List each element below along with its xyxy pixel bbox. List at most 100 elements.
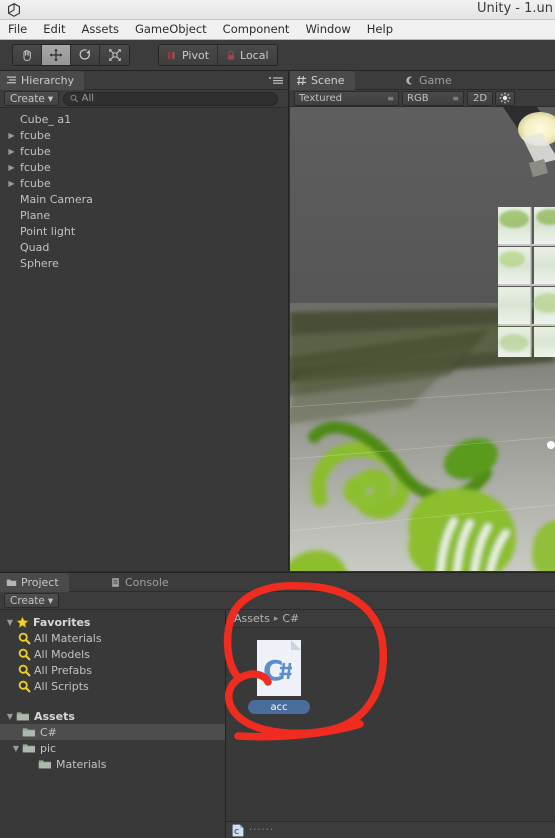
tree-item-csharp-folder[interactable]: C# bbox=[0, 724, 225, 740]
menu-gameobject[interactable]: GameObject bbox=[127, 20, 215, 39]
hierarchy-item-cube-a1[interactable]: ▶ Cube_ a1 bbox=[0, 111, 288, 127]
hierarchy-panel-menu-button[interactable] bbox=[268, 75, 284, 89]
hierarchy-create-button[interactable]: Create ▾ bbox=[4, 91, 60, 106]
hierarchy-item-fcube-3[interactable]: ▶ fcube bbox=[0, 159, 288, 175]
hierarchy-panel: Hierarchy Create ▾ All Cube_ a1 ▶ fcube … bbox=[0, 71, 289, 571]
hierarchy-list: ▶ Cube_ a1 ▶ fcube ▶ fcube ▶ fcube ▶ fcu… bbox=[0, 108, 288, 271]
hand-icon bbox=[23, 49, 31, 62]
breadcrumb-csharp[interactable]: C# bbox=[282, 612, 299, 625]
tab-scene[interactable]: Scene bbox=[290, 71, 355, 90]
hierarchy-search-field[interactable] bbox=[63, 91, 278, 106]
breadcrumb-assets[interactable]: Assets bbox=[234, 612, 270, 625]
hierarchy-item-label: fcube bbox=[20, 160, 51, 174]
tree-item-all-models[interactable]: All Models bbox=[0, 646, 225, 662]
pivot-toggle-group: Pivot Local bbox=[158, 44, 278, 66]
dropdown-caret-icon: ≡ bbox=[387, 93, 394, 103]
tree-item-materials-folder[interactable]: Materials bbox=[0, 756, 225, 772]
draw-mode-label: Textured bbox=[299, 92, 342, 104]
tab-hierarchy[interactable]: Hierarchy bbox=[0, 71, 85, 90]
expand-arrow-icon: ▶ bbox=[6, 243, 17, 252]
scene-tab-label: Scene bbox=[311, 74, 345, 87]
color-mode-label: RGB bbox=[407, 92, 429, 104]
game-icon bbox=[406, 76, 413, 85]
move-arrows-icon bbox=[49, 48, 63, 62]
scene-toolbar: Textured ≡ RGB ≡ 2D bbox=[290, 90, 555, 107]
expand-arrow-icon[interactable]: ▶ bbox=[6, 131, 17, 140]
pivot-mode-button[interactable]: Pivot bbox=[159, 45, 219, 65]
project-body: ▼ Favorites All Materials All Models All… bbox=[0, 610, 555, 838]
tree-item-all-scripts[interactable]: All Scripts bbox=[0, 678, 225, 694]
hierarchy-search-input[interactable] bbox=[81, 93, 271, 104]
tree-item-label: C# bbox=[40, 725, 57, 739]
expand-arrow-icon[interactable]: ▼ bbox=[10, 744, 22, 753]
hierarchy-item-fcube-1[interactable]: ▶ fcube bbox=[0, 127, 288, 143]
expand-arrow-icon[interactable]: ▶ bbox=[6, 179, 17, 188]
expand-arrow-icon[interactable]: ▼ bbox=[4, 618, 16, 627]
project-folder-icon bbox=[6, 579, 17, 586]
tree-item-all-materials[interactable]: All Materials bbox=[0, 630, 225, 646]
menu-window[interactable]: Window bbox=[297, 20, 358, 39]
tab-project[interactable]: Project bbox=[0, 573, 69, 592]
menu-component[interactable]: Component bbox=[215, 20, 298, 39]
hierarchy-item-main-camera[interactable]: ▶ Main Camera bbox=[0, 191, 288, 207]
tab-game[interactable]: Game bbox=[398, 71, 462, 90]
hierarchy-item-sphere[interactable]: ▶ Sphere bbox=[0, 255, 288, 271]
local-label: Local bbox=[240, 48, 269, 62]
folder-icon bbox=[22, 727, 35, 736]
hierarchy-item-quad[interactable]: ▶ Quad bbox=[0, 239, 288, 255]
chevron-down-icon: ▾ bbox=[47, 594, 54, 607]
console-tab-label: Console bbox=[125, 576, 169, 589]
light-sun-icon bbox=[499, 92, 511, 104]
hierarchy-item-point-light[interactable]: ▶ Point light bbox=[0, 223, 288, 239]
move-tool-button[interactable] bbox=[42, 45, 71, 65]
scene-lighting-toggle-button[interactable] bbox=[495, 90, 516, 106]
rotate-tool-button[interactable] bbox=[71, 45, 100, 65]
menu-edit[interactable]: Edit bbox=[35, 20, 73, 39]
tree-item-label: pic bbox=[40, 741, 57, 755]
project-status-bar: C ······ bbox=[226, 821, 555, 838]
hierarchy-item-fcube-2[interactable]: ▶ fcube bbox=[0, 143, 288, 159]
tree-item-all-prefabs[interactable]: All Prefabs bbox=[0, 662, 225, 678]
hierarchy-icon bbox=[7, 76, 16, 84]
tree-item-assets[interactable]: ▼ Assets bbox=[0, 708, 225, 724]
game-tab-label: Game bbox=[419, 74, 452, 87]
project-create-button[interactable]: Create ▾ bbox=[4, 593, 60, 608]
asset-grid[interactable]: C acc bbox=[226, 628, 555, 821]
hierarchy-item-label: fcube bbox=[20, 176, 51, 190]
scene-grid-icon bbox=[297, 75, 306, 86]
svg-text:C: C bbox=[234, 828, 239, 836]
search-icon bbox=[70, 94, 79, 103]
hierarchy-item-plane[interactable]: ▶ Plane bbox=[0, 207, 288, 223]
menu-help[interactable]: Help bbox=[359, 20, 401, 39]
local-mode-button[interactable]: Local bbox=[218, 45, 277, 65]
tab-console[interactable]: Console bbox=[104, 573, 179, 592]
csharp-file-icon: C bbox=[232, 824, 244, 837]
two-d-toggle-button[interactable]: 2D bbox=[467, 90, 494, 106]
tree-item-favorites[interactable]: ▼ Favorites bbox=[0, 614, 225, 630]
breadcrumb-separator-icon: ▸ bbox=[273, 613, 279, 624]
search-saved-icon bbox=[18, 664, 31, 676]
expand-arrow-icon[interactable]: ▶ bbox=[6, 147, 17, 156]
asset-item-acc[interactable]: C acc bbox=[248, 640, 310, 714]
scale-tool-button[interactable] bbox=[100, 45, 129, 65]
draw-mode-dropdown[interactable]: Textured ≡ bbox=[294, 90, 399, 106]
hierarchy-item-fcube-4[interactable]: ▶ fcube bbox=[0, 175, 288, 191]
two-d-label: 2D bbox=[473, 92, 488, 104]
project-tab-row: Project Console bbox=[0, 573, 555, 592]
menu-assets[interactable]: Assets bbox=[74, 20, 127, 39]
hierarchy-toolbar: Create ▾ bbox=[0, 90, 288, 108]
dropdown-caret-icon: ≡ bbox=[452, 93, 459, 103]
project-tab-label: Project bbox=[21, 576, 59, 589]
tree-item-pic-folder[interactable]: ▼ pic bbox=[0, 740, 225, 756]
search-saved-icon bbox=[18, 632, 31, 644]
scene-viewport[interactable] bbox=[290, 107, 555, 571]
hierarchy-item-label: Plane bbox=[20, 208, 51, 222]
menu-file[interactable]: File bbox=[0, 20, 35, 39]
color-mode-dropdown[interactable]: RGB ≡ bbox=[402, 90, 464, 106]
hierarchy-create-label: Create bbox=[10, 92, 45, 105]
expand-arrow-icon[interactable]: ▶ bbox=[6, 163, 17, 172]
expand-arrow-icon[interactable]: ▼ bbox=[4, 712, 16, 721]
hand-tool-button[interactable] bbox=[13, 45, 42, 65]
hierarchy-tab-row: Hierarchy bbox=[0, 71, 288, 90]
tree-item-label: All Scripts bbox=[34, 679, 89, 693]
